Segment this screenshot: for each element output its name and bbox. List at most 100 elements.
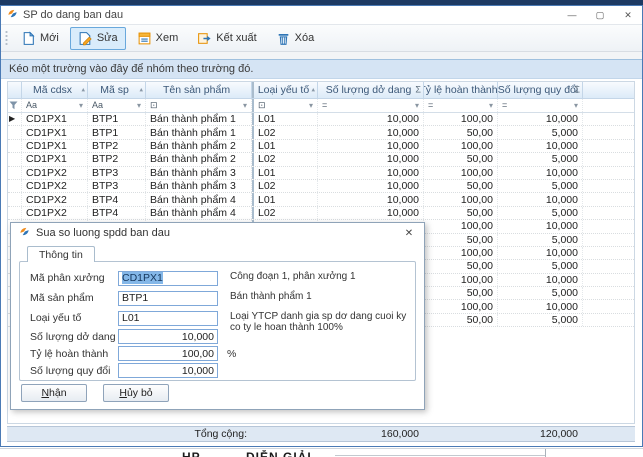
field-input[interactable]: 100,00 [118, 346, 218, 361]
field-input[interactable]: L01 [118, 311, 218, 326]
field-input[interactable]: CD1PX1 [118, 271, 218, 286]
filter-cell-so-luong-do-dang[interactable]: = ▾ [318, 99, 424, 112]
toolbar-button-new[interactable]: Mới [13, 27, 67, 50]
window-title: SP do dang ban dau [23, 9, 123, 21]
view-icon [137, 31, 152, 46]
row-indicator-cell [8, 126, 22, 138]
table-row[interactable]: ▶CD1PX1BTP1Bán thành phẩm 1L0110,000100,… [8, 113, 634, 126]
totals-so-luong-quy-doi: 120,000 [497, 428, 582, 440]
box-filter-icon: ⊡ [258, 101, 266, 110]
dialog-field: Mã sản phẩmBTP1Bán thành phẩm 1 [20, 288, 415, 308]
minimize-button[interactable]: — [566, 10, 578, 21]
cell: 100,00 [424, 193, 498, 205]
sum-icon[interactable]: Σ [574, 86, 580, 95]
table-row[interactable]: CD1PX2BTP4Bán thành phẩm 4L0210,00050,00… [8, 207, 634, 220]
column-header-ma-cdsx[interactable]: Mã cdsx ▴ [22, 82, 88, 98]
group-panel-hint: Kéo một trường vào đây để nhóm theo trườ… [9, 63, 253, 75]
filter-cell-loai-yeu-to[interactable]: ⊡ ▾ [254, 99, 318, 112]
chevron-down-icon[interactable]: ▾ [137, 102, 141, 110]
cell: BTP1 [88, 113, 146, 125]
dialog-field: Mã phân xưởngCD1PX1Công đoạn 1, phân xưở… [20, 268, 415, 288]
delete-icon [276, 31, 291, 46]
table-row[interactable]: CD1PX2BTP4Bán thành phẩm 4L0110,000100,0… [8, 193, 634, 206]
cell: BTP2 [88, 140, 146, 152]
field-description: Bán thành phẩm 1 [230, 288, 415, 302]
close-button[interactable]: ✕ [622, 10, 634, 21]
cell: 10,000 [498, 220, 583, 232]
toolbar-grip-handle[interactable] [5, 30, 8, 46]
text-filter-icon: Aa [26, 101, 37, 110]
column-header-loai-yeu-to[interactable]: Loại yếu tố ▴ [254, 82, 318, 98]
row-indicator-cell [8, 193, 22, 205]
table-row[interactable]: CD1PX2BTP3Bán thành phẩm 3L0110,000100,0… [8, 167, 634, 180]
field-input[interactable]: 10,000 [118, 363, 218, 378]
column-header-ten-san-pham[interactable]: Tên sản phẩm [146, 82, 252, 98]
grid-totals-row: Tổng cộng: 160,000 120,000 [7, 426, 635, 442]
sum-icon[interactable]: Σ [415, 86, 421, 95]
table-row[interactable]: CD1PX1BTP2Bán thành phẩm 2L0210,00050,00… [8, 153, 634, 166]
filter-cell-so-luong-quy-doi[interactable]: = ▾ [498, 99, 583, 112]
sort-ascending-icon: ▴ [311, 87, 315, 94]
field-input[interactable]: BTP1 [118, 291, 218, 306]
filter-cell-ma-sp[interactable]: Aa ▾ [88, 99, 146, 112]
cell: 10,000 [318, 113, 424, 125]
filter-filler-cell [583, 99, 634, 112]
cell: CD1PX1 [22, 153, 88, 165]
filter-funnel-icon[interactable] [8, 99, 22, 112]
cell: 50,00 [424, 207, 498, 219]
filter-cell-ty-le-hoan-thanh[interactable]: = ▾ [424, 99, 498, 112]
cancel-button[interactable]: Hủy bỏ [103, 384, 169, 402]
toolbar-button-edit[interactable]: Sửa [70, 27, 126, 50]
chevron-down-icon[interactable]: ▾ [574, 102, 578, 110]
column-header-ma-sp[interactable]: Mã sp ▴ [88, 82, 146, 98]
tab-thong-tin[interactable]: Thông tin [27, 246, 95, 262]
field-label: Mã phân xưởng [30, 272, 118, 284]
cell: L02 [254, 207, 318, 219]
accept-button[interactable]: Nhận [21, 384, 87, 402]
toolbar-button-delete[interactable]: Xóa [268, 27, 323, 50]
cell: 10,000 [318, 207, 424, 219]
toolbar-button-label: Sửa [97, 32, 118, 44]
current-row-arrow-icon: ▶ [9, 115, 15, 123]
cell: 10,000 [318, 153, 424, 165]
app-logo-icon [7, 6, 18, 24]
grid-group-panel[interactable]: Kéo một trường vào đây để nhóm theo trườ… [1, 59, 642, 79]
field-label: Số lượng quy đổi [30, 365, 118, 377]
cell: L01 [254, 193, 318, 205]
cell: 100,00 [424, 167, 498, 179]
column-header-so-luong-do-dang[interactable]: Số lượng dở dang Σ [318, 82, 424, 98]
toolbar-buttons: Mới Sửa XemKết xuấtXóa [13, 27, 325, 50]
cell: 100,00 [424, 220, 498, 232]
chevron-down-icon[interactable]: ▾ [309, 102, 313, 110]
filter-cell-ma-cdsx[interactable]: Aa ▾ [22, 99, 88, 112]
window-titlebar[interactable]: SP do dang ban dau — ▢ ✕ [1, 6, 642, 24]
filter-cell-ten-san-pham[interactable]: ⊡ ▾ [146, 99, 252, 112]
table-row[interactable]: CD1PX1BTP2Bán thành phẩm 2L0110,000100,0… [8, 140, 634, 153]
toolbar-button-export[interactable]: Kết xuất [189, 27, 264, 50]
table-row[interactable]: CD1PX1BTP1Bán thành phẩm 1L0210,00050,00… [8, 126, 634, 139]
cell: Bán thành phẩm 3 [146, 180, 252, 192]
chevron-down-icon[interactable]: ▾ [243, 102, 247, 110]
background-window-text-fragment: DIỄN GIẢI [246, 450, 312, 457]
cell: 10,000 [498, 300, 583, 312]
table-row[interactable]: CD1PX2BTP3Bán thành phẩm 3L0210,00050,00… [8, 180, 634, 193]
maximize-button[interactable]: ▢ [594, 10, 606, 21]
chevron-down-icon[interactable]: ▾ [489, 102, 493, 110]
cell: 50,00 [424, 180, 498, 192]
dialog-close-icon[interactable]: ✕ [402, 228, 416, 239]
column-header-ty-le-hoan-thanh[interactable]: Tỷ lệ hoàn thành [424, 82, 498, 98]
dialog-fields-groupbox: Mã phân xưởngCD1PX1Công đoạn 1, phân xưở… [19, 261, 416, 381]
cell: Bán thành phẩm 3 [146, 167, 252, 179]
dialog-field: Tỷ lệ hoàn thành100,00% [20, 345, 415, 362]
chevron-down-icon[interactable]: ▾ [79, 102, 83, 110]
field-label: Tỷ lệ hoàn thành [30, 348, 118, 360]
toolbar-button-view[interactable]: Xem [129, 27, 187, 50]
column-header-so-luong-quy-doi[interactable]: Số lượng quy đổi Σ [498, 82, 583, 98]
cell: L01 [254, 140, 318, 152]
chevron-down-icon[interactable]: ▾ [415, 102, 419, 110]
cell: 10,000 [318, 126, 424, 138]
field-input[interactable]: 10,000 [118, 329, 218, 344]
dialog-titlebar[interactable]: Sua so luong spdd ban dau ✕ [11, 223, 424, 243]
box-filter-icon: ⊡ [150, 101, 158, 110]
cell: BTP4 [88, 193, 146, 205]
